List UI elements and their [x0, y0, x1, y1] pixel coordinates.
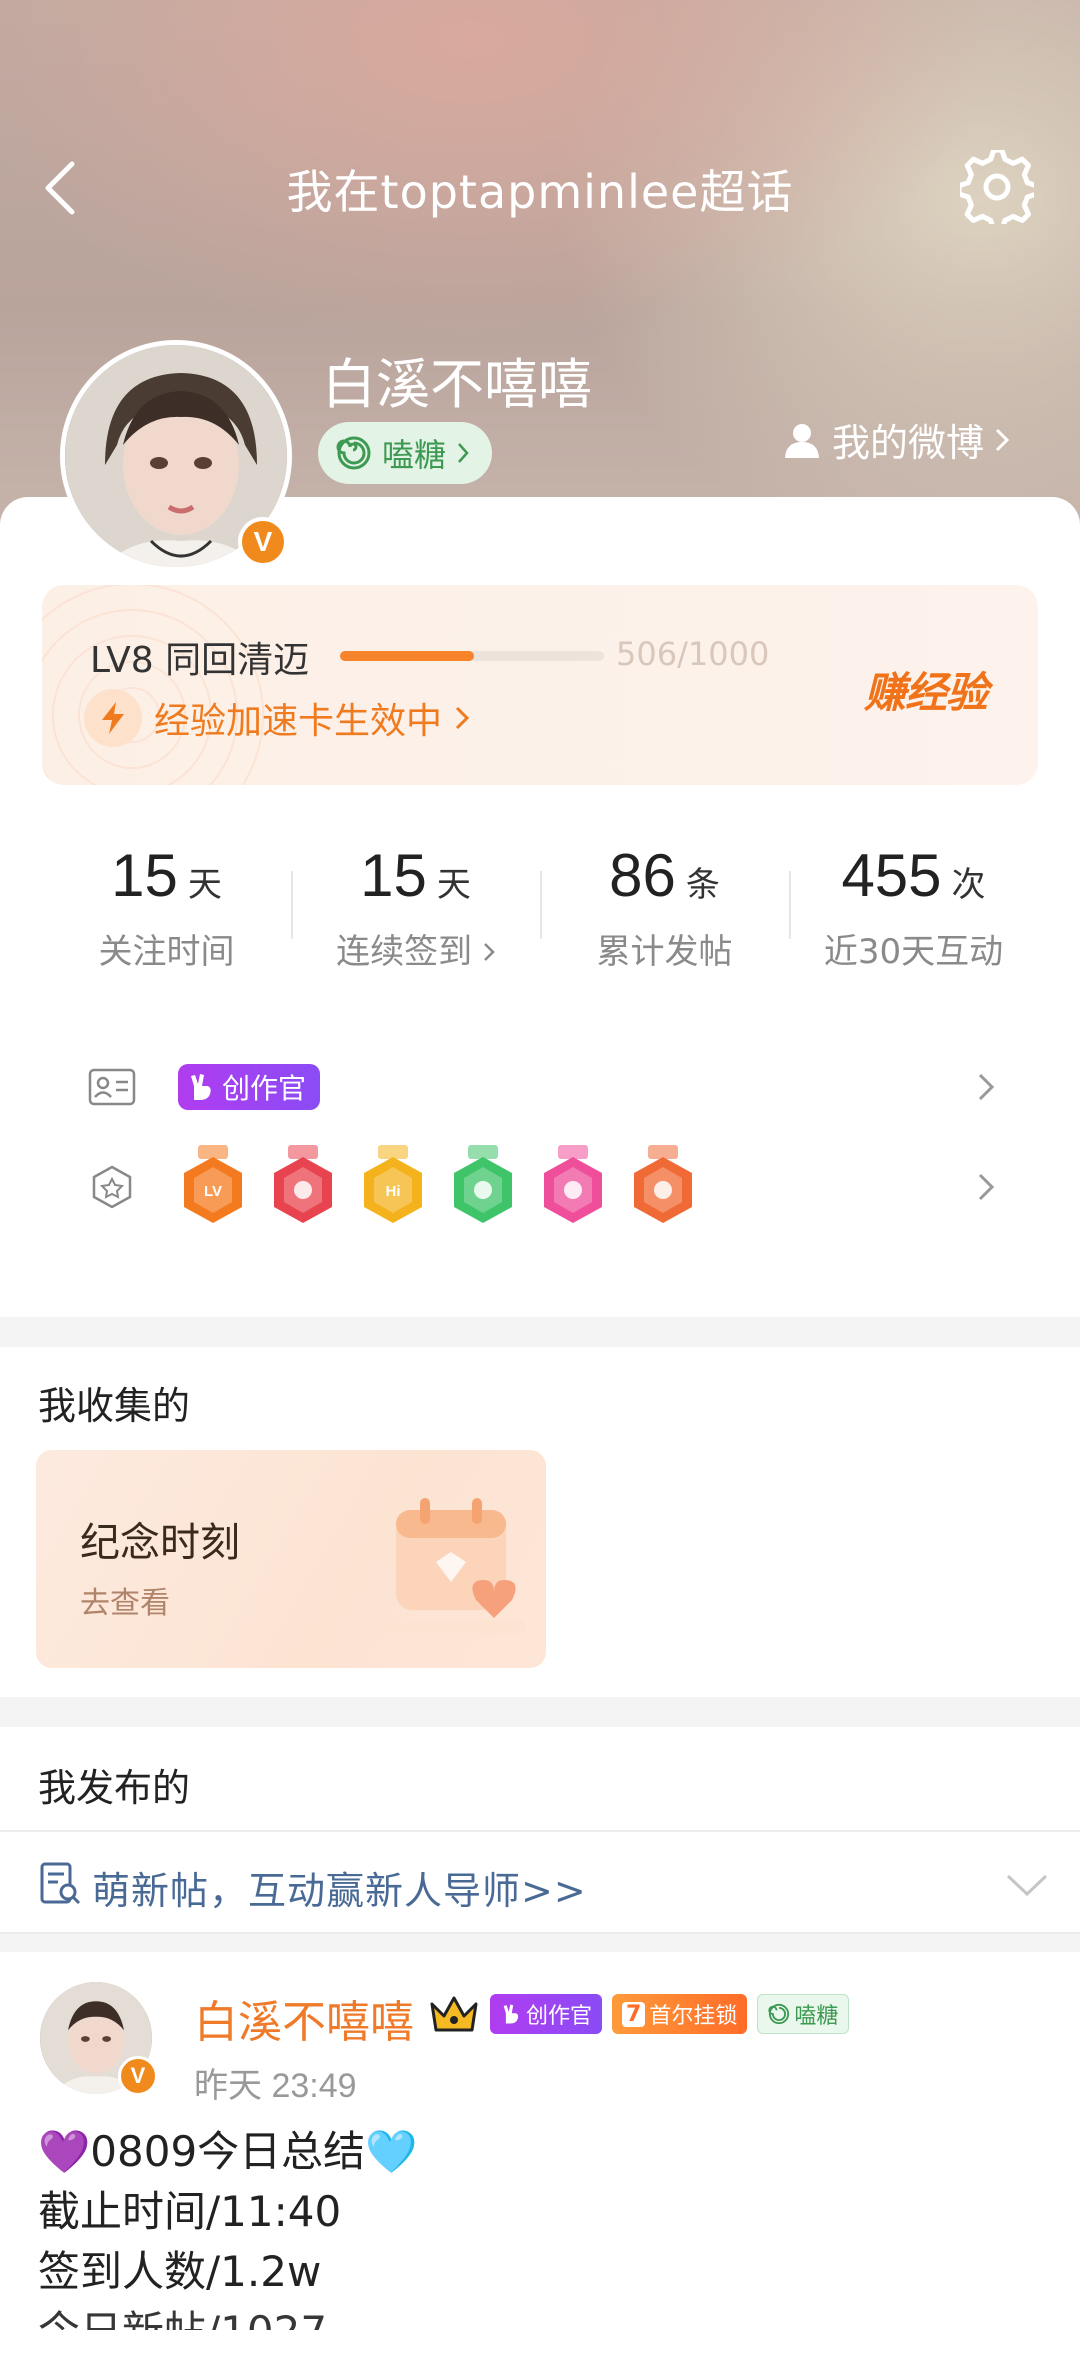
profile-card: LV8 同回清迈 506/1000 经验加速卡生效中 赚经验 15 天 关注时间 … — [0, 497, 1080, 1317]
post-body[interactable]: 💜0809今日总结🩵 截止时间/11:40 签到人数/1.2w 今日新帖/102… — [38, 2122, 417, 2330]
chevron-right-icon — [458, 443, 469, 463]
medals-row[interactable]: LV Hi — [42, 1137, 1038, 1237]
collection-title: 我收集的 — [38, 1384, 191, 1428]
post-author-name[interactable]: 白溪不嘻嘻 — [194, 1986, 414, 2050]
chevron-left-icon — [45, 161, 75, 215]
hand-medal-icon — [454, 1145, 512, 1223]
memory-title: 纪念时刻 — [80, 1520, 240, 1566]
stat-value: 15 — [360, 842, 427, 909]
stat-label: 连续签到 — [291, 924, 540, 973]
document-search-icon — [40, 1862, 81, 1905]
stat-value: 15 — [111, 842, 178, 909]
hi-medal-icon: Hi — [364, 1145, 422, 1223]
stat-checkin-streak[interactable]: 15 天 连续签到 — [291, 841, 540, 973]
profile-name: 白溪不嘻嘻 — [322, 353, 592, 416]
stat-unit: 条 — [685, 865, 720, 905]
rock-hand-medal-icon — [634, 1145, 692, 1223]
my-weibo-link[interactable]: 我的微博 — [782, 412, 1010, 467]
stat-label: 近30天互动 — [823, 932, 1004, 972]
post-card[interactable]: V 白溪不嘻嘻 创作官 7 首尔挂锁 嗑糖 昨天 23:49 💜0809今日总结… — [0, 1952, 1080, 2373]
calendar-heart-icon — [376, 1498, 526, 1634]
stat-unit: 天 — [436, 865, 471, 905]
level-progress-fill — [340, 651, 474, 661]
person-icon — [785, 423, 819, 458]
stat-total-posts: 86 条 累计发帖 — [540, 841, 789, 973]
chevron-right-icon — [484, 943, 495, 961]
stat-unit: 天 — [187, 865, 222, 905]
post-time: 昨天 23:49 — [194, 2067, 357, 2105]
my-weibo-label: 我的微博 — [832, 421, 985, 465]
page-title: 我在toptapminlee超话 — [286, 165, 794, 219]
post-line: 截止时间/11:40 — [38, 2187, 342, 2236]
id-card-icon — [86, 1061, 138, 1113]
level-title: LV8 同回清迈 — [90, 640, 310, 681]
boost-text: 经验加速卡生效中 — [154, 701, 443, 742]
earn-exp-button[interactable]: 赚经验 — [864, 659, 988, 720]
lightning-icon — [84, 689, 142, 747]
rank-number: 7 — [622, 2001, 646, 2027]
level-progress-bar — [340, 651, 604, 661]
chevron-down-icon[interactable] — [1004, 1864, 1050, 1904]
creator-tag: 创作官 — [490, 1994, 603, 2034]
level-progress-text: 506/1000 — [616, 635, 770, 673]
level-card[interactable]: LV8 同回清迈 506/1000 经验加速卡生效中 赚经验 — [42, 585, 1038, 785]
chevron-right-icon — [995, 428, 1010, 451]
stat-value: 86 — [609, 842, 676, 909]
post-line: 今日新帖/1027 — [38, 2302, 417, 2330]
candy-chip[interactable]: 嗑糖 — [318, 422, 493, 484]
stat-unit: 次 — [951, 865, 986, 905]
badge-card: 创作官 LV Hi — [42, 1037, 1038, 1287]
post-line: 签到人数/1.2w — [38, 2247, 322, 2296]
pinned-notice-text: 萌新帖，互动赢新人导师>> — [92, 1869, 587, 1913]
creator-tag-label: 创作官 — [526, 2004, 593, 2029]
crown-icon — [430, 1996, 478, 2032]
rank-tag-label: 首尔挂锁 — [649, 2004, 738, 2029]
svg-text:LV: LV — [204, 1183, 222, 1200]
chevron-right-icon — [966, 1057, 1006, 1117]
stat-label: 关注时间 — [98, 932, 235, 972]
memory-view-link: 去查看 — [80, 1586, 170, 1621]
stat-label-text: 连续签到 — [336, 932, 473, 972]
gear-icon — [960, 150, 1034, 224]
badge-outline-icon — [86, 1161, 138, 1213]
identity-row[interactable]: 创作官 — [42, 1037, 1038, 1137]
peace-hand-icon — [191, 1074, 211, 1100]
post-line: 💜0809今日总结🩵 — [38, 2127, 418, 2176]
svg-text:Hi: Hi — [386, 1183, 401, 1200]
boost-status[interactable]: 经验加速卡生效中 — [84, 689, 470, 747]
posts-title: 我发布的 — [38, 1766, 191, 1810]
creator-tag-label: 创作官 — [222, 1072, 307, 1105]
chevron-right-icon — [966, 1157, 1006, 1217]
settings-button[interactable] — [955, 145, 1039, 229]
verified-badge: V — [238, 517, 288, 567]
lv-medal-icon: LV — [184, 1145, 242, 1223]
post-author-tags: 创作官 7 首尔挂锁 嗑糖 — [428, 1986, 850, 2042]
rank-tag: 7 首尔挂锁 — [612, 1994, 748, 2034]
cap-medal-icon — [544, 1145, 602, 1223]
stat-value: 455 — [841, 842, 942, 909]
lollipop-icon — [336, 436, 371, 470]
creator-tag: 创作官 — [178, 1064, 321, 1110]
stats-row: 15 天 关注时间 15 天 连续签到 86 条 累计发帖 455 次 近30天互动 — [42, 807, 1038, 1007]
stat-follow-days: 15 天 关注时间 — [42, 841, 291, 973]
stat-label: 累计发帖 — [596, 932, 733, 972]
posts-section-header: 我发布的 — [0, 1727, 1080, 1830]
peace-hand-icon — [503, 2004, 519, 2024]
lollipop-icon — [768, 2003, 790, 2025]
candy-tag-label: 嗑糖 — [794, 2004, 839, 2029]
candy-label: 嗑糖 — [382, 436, 447, 474]
memory-moment-card[interactable]: 纪念时刻 去查看 — [36, 1450, 546, 1668]
trophy-medal-icon — [274, 1145, 332, 1223]
level-ring-decoration — [42, 585, 282, 785]
chevron-right-icon — [455, 706, 470, 730]
verified-badge: V — [118, 2056, 158, 2096]
candy-tag: 嗑糖 — [757, 1994, 850, 2034]
pinned-notice[interactable]: 萌新帖，互动赢新人导师>> — [0, 1830, 1080, 1934]
back-button[interactable] — [30, 150, 90, 226]
stat-interactions-30d: 455 次 近30天互动 — [789, 841, 1038, 973]
